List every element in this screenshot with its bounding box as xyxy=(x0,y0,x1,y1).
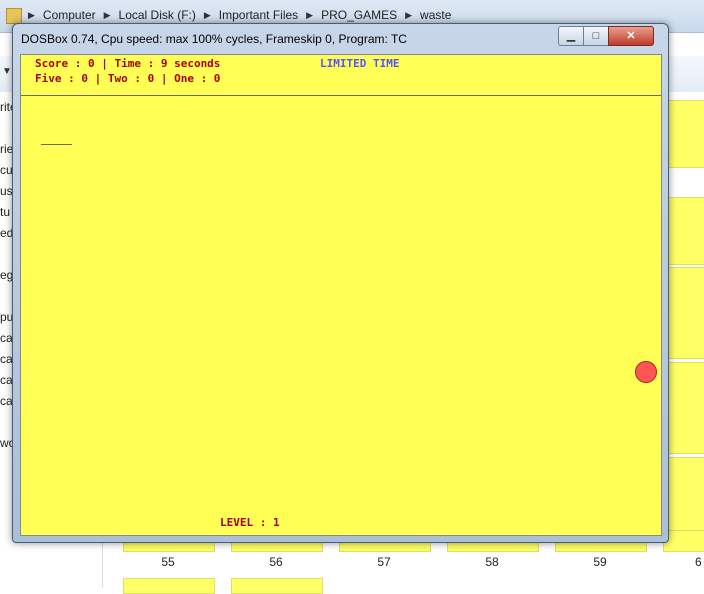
breadcrumb: ▶ Computer ▶ Local Disk (F:) ▶ Important… xyxy=(28,8,451,22)
chevron-right-icon: ▶ xyxy=(203,9,211,20)
breadcrumb-item-waste[interactable]: waste xyxy=(420,8,451,22)
nav-item[interactable]: tu xyxy=(0,205,10,219)
paddle xyxy=(41,144,72,145)
chevron-down-icon[interactable]: ▼ xyxy=(2,66,12,77)
breadcrumb-item-important-files[interactable]: Important Files xyxy=(219,8,298,22)
chevron-right-icon: ▶ xyxy=(405,9,413,20)
file-thumbnail[interactable] xyxy=(668,267,704,359)
game-screen[interactable]: Score : 0 | Time : 9 seconds LIMITED TIM… xyxy=(20,54,662,536)
hud-divider xyxy=(21,95,661,96)
breadcrumb-item-local-disk[interactable]: Local Disk (F:) xyxy=(119,8,196,22)
breadcrumb-item-computer[interactable]: Computer xyxy=(43,8,96,22)
nav-item[interactable]: cu xyxy=(0,163,13,177)
breadcrumb-item-pro-games[interactable]: PRO_GAMES xyxy=(321,8,397,22)
file-thumbnail[interactable] xyxy=(123,578,215,594)
close-button[interactable]: ✕ xyxy=(608,26,654,46)
score-time-line: Score : 0 | Time : 9 seconds xyxy=(35,57,221,70)
file-thumbnail[interactable] xyxy=(668,362,704,454)
file-name[interactable]: 59 xyxy=(555,555,645,569)
file-name[interactable]: 55 xyxy=(123,555,213,569)
ball xyxy=(635,361,657,383)
maximize-button[interactable]: □ xyxy=(583,26,609,46)
file-name[interactable]: 58 xyxy=(447,555,537,569)
file-name[interactable]: 57 xyxy=(339,555,429,569)
dosbox-window[interactable]: DOSBox 0.74, Cpu speed: max 100% cycles,… xyxy=(12,23,669,543)
chevron-right-icon: ▶ xyxy=(28,9,35,20)
chevron-right-icon: ▶ xyxy=(306,9,314,20)
minimize-icon: ▁ xyxy=(566,30,576,42)
maximize-icon: □ xyxy=(592,30,600,42)
minimize-button[interactable]: ▁ xyxy=(558,26,584,46)
close-icon: ✕ xyxy=(626,30,636,42)
file-thumbnail[interactable] xyxy=(668,100,704,168)
level-indicator: LEVEL : 1 xyxy=(220,516,280,529)
file-name[interactable]: 6 xyxy=(663,555,704,569)
points-breakdown-line: Five : 0 | Two : 0 | One : 0 xyxy=(35,72,221,85)
file-name[interactable]: 56 xyxy=(231,555,321,569)
file-thumbnail[interactable] xyxy=(668,197,704,265)
game-mode-label: LIMITED TIME xyxy=(320,57,400,70)
chevron-right-icon: ▶ xyxy=(103,9,111,20)
file-thumbnail[interactable] xyxy=(663,530,704,552)
file-thumbnail[interactable] xyxy=(231,578,323,594)
window-title: DOSBox 0.74, Cpu speed: max 100% cycles,… xyxy=(21,32,407,46)
folder-icon xyxy=(6,8,22,24)
